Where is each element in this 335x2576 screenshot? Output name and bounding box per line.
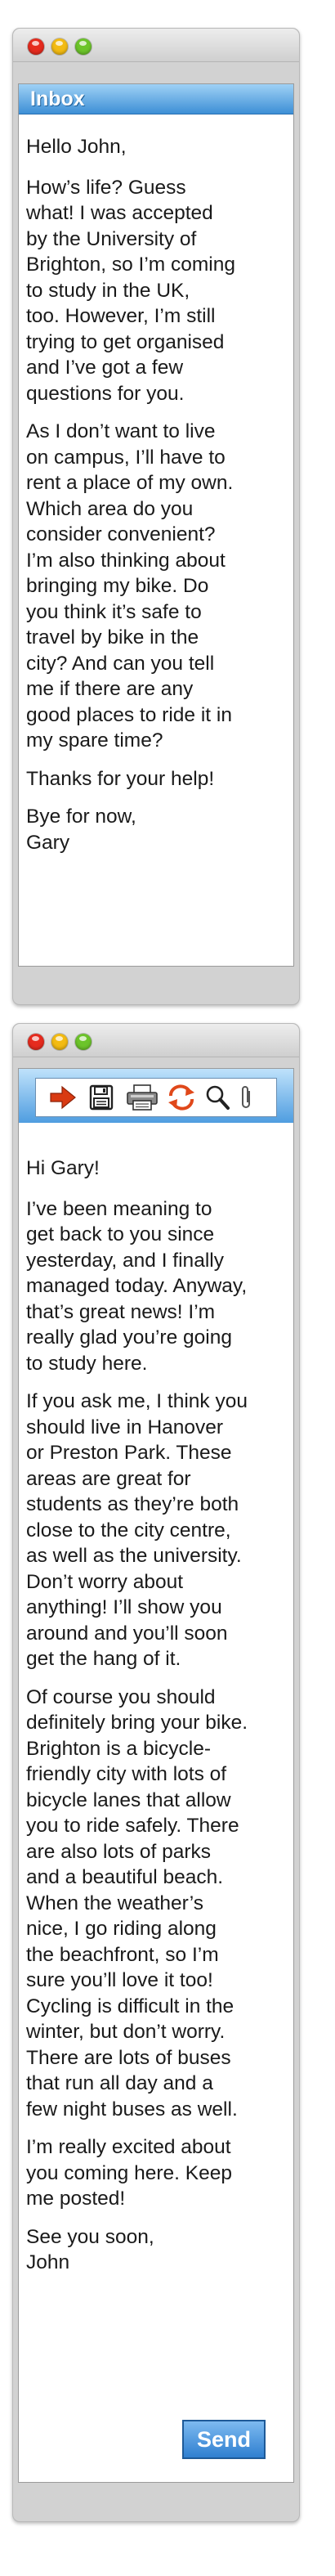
message-line: questions for you. <box>26 382 185 405</box>
message-line: around and you’ll soon <box>26 1622 228 1645</box>
forward-arrow-icon[interactable] <box>49 1084 76 1111</box>
message-line: to study in the UK, <box>26 279 190 302</box>
message-line: There are lots of buses <box>26 2046 231 2069</box>
minimize-window-button[interactable] <box>51 38 68 55</box>
maximize-window-button[interactable] <box>75 1034 92 1050</box>
message-line: friendly city with lots of <box>26 1763 227 1785</box>
message-paragraph: I’ve been meaning to get back to you sinc… <box>26 1196 278 1377</box>
attach-icon[interactable] <box>237 1084 257 1111</box>
message-line: nice, I go riding along <box>26 1918 217 1940</box>
message-paragraph: Of course you should definitely bring you… <box>26 1685 278 2123</box>
print-icon[interactable] <box>126 1084 159 1111</box>
message-line: trying to get organised <box>26 330 225 353</box>
message-line: or Preston Park. These <box>26 1442 232 1464</box>
message-line: Gary <box>26 831 70 854</box>
message-paragraph: I’m really excited about you coming here.… <box>26 2134 278 2212</box>
close-window-button[interactable] <box>28 1034 44 1050</box>
message-line: to study here. <box>26 1352 148 1375</box>
maximize-window-button[interactable] <box>75 38 92 55</box>
message-line: When the weather’s <box>26 1892 203 1914</box>
message-line: students as they’re both <box>26 1493 239 1515</box>
message-line: me if there are any <box>26 678 194 700</box>
message-line: winter, but don’t worry. <box>26 2021 226 2043</box>
message-line: Of course you should <box>26 1685 216 1708</box>
message-line: managed today. Anyway, <box>26 1275 248 1297</box>
message-line: areas are great for <box>26 1467 191 1490</box>
message-line: Bye for now, <box>26 806 136 828</box>
message-line: anything! I’ll show you <box>26 1596 222 1618</box>
message-line: as well as the university. <box>26 1545 242 1567</box>
message-line: what! I was accepted <box>26 202 213 224</box>
message-line: I’m really excited about <box>26 2136 231 2158</box>
message-line: should live in Hanover <box>26 1416 224 1438</box>
message-paragraph: Hi Gary! <box>26 1156 278 1182</box>
message-line: travel by bike in the <box>26 626 199 648</box>
message-line: As I don’t want to live <box>26 420 216 442</box>
message-line: Brighton, so I’m coming <box>26 254 235 276</box>
message-line: you to ride safely. There <box>26 1815 239 1837</box>
toolbar-strip <box>19 1069 293 1123</box>
message-line: Hello John, <box>26 136 127 158</box>
message-line: How’s life? Guess <box>26 176 186 199</box>
inbox-header: Inbox <box>19 84 293 114</box>
minimize-window-button[interactable] <box>51 1034 68 1050</box>
message-line: Thanks for your help! <box>26 767 215 790</box>
message-line: city? And can you tell <box>26 652 215 675</box>
message-line: close to the city centre, <box>26 1519 231 1542</box>
message-line: and I’ve got a few <box>26 357 184 379</box>
message-line: good places to ride it in <box>26 703 232 726</box>
received-message-body: Hello John, How’s life? Guess what! I was … <box>26 134 278 855</box>
message-paragraph: See you soon, John <box>26 2224 278 2276</box>
message-paragraph: As I don’t want to live on campus, I’ll h… <box>26 419 278 754</box>
message-line: I’m also thinking about <box>26 549 226 572</box>
send-button[interactable]: Send <box>182 2420 266 2459</box>
message-line: my spare time? <box>26 729 163 752</box>
message-line: few night buses as well. <box>26 2098 238 2120</box>
save-icon[interactable] <box>88 1084 114 1111</box>
message-paragraph: How’s life? Guess what! I was accepted by … <box>26 175 278 407</box>
message-line: Hi Gary! <box>26 1157 100 1179</box>
message-line: that run all day and a <box>26 2072 213 2094</box>
message-line: yesterday, and I finally <box>26 1249 224 1272</box>
message-line: bicycle lanes that allow <box>26 1788 231 1811</box>
message-line: consider convenient? <box>26 523 216 545</box>
search-icon[interactable] <box>204 1084 230 1111</box>
message-line: Brighton is a bicycle- <box>26 1737 212 1760</box>
message-line: get back to you since <box>26 1223 215 1245</box>
message-line: bringing my bike. Do <box>26 575 209 597</box>
message-line: that’s great news! I’m <box>26 1300 216 1323</box>
close-window-button[interactable] <box>28 38 44 55</box>
message-line: Don’t worry about <box>26 1570 184 1593</box>
inbox-label: Inbox <box>30 88 85 110</box>
message-paragraph: Thanks for your help! <box>26 766 278 792</box>
message-paragraph: Bye for now, Gary <box>26 804 278 855</box>
message-paragraph: If you ask me, I think you should live in… <box>26 1389 278 1672</box>
message-line: and a beautiful beach. <box>26 1866 224 1888</box>
message-line: by the University of <box>26 227 197 250</box>
message-line: See you soon, <box>26 2225 154 2248</box>
message-line: I’ve been meaning to <box>26 1197 212 1220</box>
message-line: really glad you’re going <box>26 1326 232 1349</box>
message-line: on campus, I’ll have to <box>26 446 226 469</box>
message-line: me posted! <box>26 2188 126 2210</box>
reply-message-body[interactable]: Hi Gary! I’ve been meaning to get back to … <box>26 1156 278 2276</box>
toolbar <box>35 1078 277 1117</box>
message-line: Which area do you <box>26 497 194 520</box>
refresh-icon[interactable] <box>165 1084 198 1111</box>
message-line: you think it’s safe to <box>26 600 202 623</box>
message-line: are also lots of parks <box>26 1840 212 1863</box>
message-line: you coming here. Keep <box>26 2161 232 2184</box>
message-line: get the hang of it. <box>26 1648 181 1670</box>
message-line: If you ask me, I think you <box>26 1390 248 1412</box>
message-line: sure you’ll love it too! <box>26 1969 213 1991</box>
message-line: rent a place of my own. <box>26 472 234 494</box>
message-line: Cycling is difficult in the <box>26 1995 234 2017</box>
title-bar <box>13 1024 299 1057</box>
message-line: John <box>26 2251 70 2273</box>
message-line: the beachfront, so I’m <box>26 1943 219 1966</box>
message-line: definitely bring your bike. <box>26 1712 248 1734</box>
message-paragraph: Hello John, <box>26 134 278 160</box>
message-line: too. However, I’m still <box>26 305 216 327</box>
title-bar <box>13 29 299 62</box>
